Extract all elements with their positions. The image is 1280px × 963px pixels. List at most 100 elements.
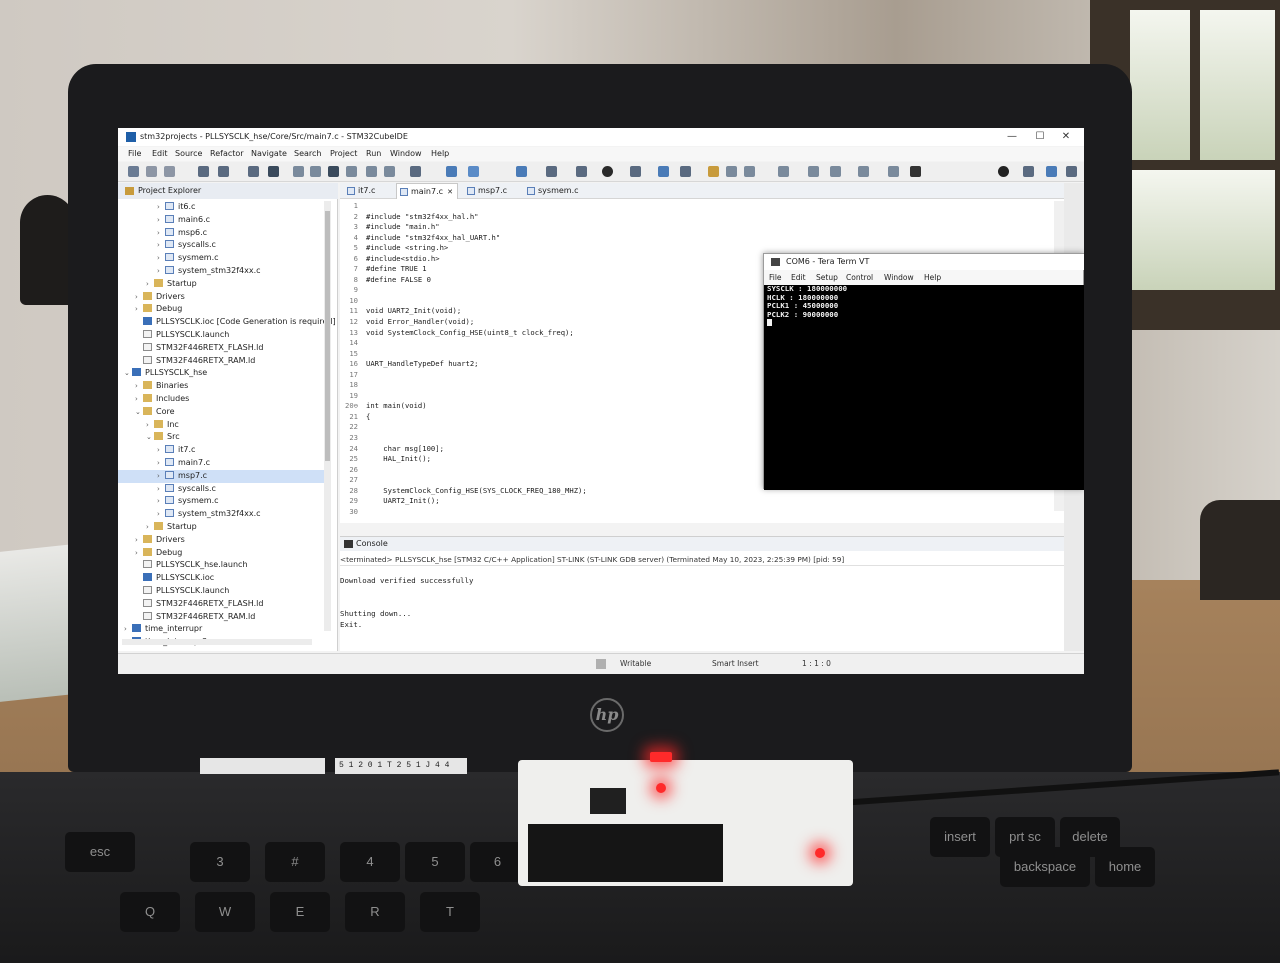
- chevron-right-icon[interactable]: ›: [157, 444, 165, 457]
- chevron-right-icon[interactable]: ›: [135, 393, 143, 406]
- step-into-icon[interactable]: [366, 166, 377, 177]
- chevron-down-icon[interactable]: ⌄: [146, 431, 154, 444]
- tree-item[interactable]: › msp6.c: [118, 227, 324, 240]
- key-r[interactable]: R: [345, 892, 405, 932]
- debug-perspective-icon[interactable]: [1066, 166, 1077, 177]
- run-icon[interactable]: [602, 166, 613, 177]
- build-target-icon[interactable]: [516, 166, 527, 177]
- toggle-icon[interactable]: [726, 166, 737, 177]
- chevron-right-icon[interactable]: ›: [124, 623, 132, 636]
- tree-item[interactable]: › Drivers: [118, 534, 324, 547]
- build-icon[interactable]: [218, 166, 229, 177]
- tree-item[interactable]: STM32F446RETX_RAM.ld: [118, 355, 324, 368]
- perspective-icon[interactable]: [1023, 166, 1034, 177]
- chevron-right-icon[interactable]: ›: [157, 265, 165, 278]
- code-line[interactable]: 3 #include "main.h": [340, 222, 1064, 233]
- explorer-hscrollbar[interactable]: [122, 639, 312, 645]
- chevron-right-icon[interactable]: ›: [157, 239, 165, 252]
- tree-item[interactable]: PLLSYSCLK.launch: [118, 585, 324, 598]
- tree-item[interactable]: PLLSYSCLK_hse.launch: [118, 559, 324, 572]
- tree-item[interactable]: › Binaries: [118, 380, 324, 393]
- tree-item[interactable]: PLLSYSCLK.ioc: [118, 572, 324, 585]
- resume-icon[interactable]: [293, 166, 304, 177]
- tree-item[interactable]: ⌄ Src: [118, 431, 324, 444]
- tree-item[interactable]: › system_stm32f4xx.c: [118, 265, 324, 278]
- key-w[interactable]: W: [195, 892, 255, 932]
- forward-icon[interactable]: [858, 166, 869, 177]
- tt-menu-help[interactable]: Help: [924, 272, 941, 284]
- coverage-icon[interactable]: [630, 166, 641, 177]
- key-e[interactable]: E: [270, 892, 330, 932]
- tree-item[interactable]: › system_stm32f4xx.c: [118, 508, 324, 521]
- code-line[interactable]: 2 #include "stm32f4xx_hal.h": [340, 212, 1064, 223]
- tab-msp7[interactable]: msp7.c: [464, 183, 520, 199]
- settings-icon[interactable]: [198, 166, 209, 177]
- tree-item[interactable]: STM32F446RETX_FLASH.ld: [118, 342, 324, 355]
- refresh-icon[interactable]: [546, 166, 557, 177]
- chevron-right-icon[interactable]: ›: [157, 201, 165, 214]
- tree-item[interactable]: › Debug: [118, 547, 324, 560]
- key-5[interactable]: 5: [405, 842, 465, 882]
- tree-item[interactable]: › Inc: [118, 419, 324, 432]
- info-icon[interactable]: [910, 166, 921, 177]
- tree-item[interactable]: › Includes: [118, 393, 324, 406]
- chevron-right-icon[interactable]: ›: [146, 521, 154, 534]
- tree-item[interactable]: › main6.c: [118, 214, 324, 227]
- save-all-icon[interactable]: [164, 166, 175, 177]
- chevron-right-icon[interactable]: ›: [135, 291, 143, 304]
- code-line[interactable]: 4 #include "stm32f4xx_hal_UART.h": [340, 233, 1064, 244]
- key-esc[interactable]: esc: [65, 832, 135, 872]
- tree-item[interactable]: STM32F446RETX_FLASH.ld: [118, 598, 324, 611]
- tt-menu-setup[interactable]: Setup: [816, 272, 838, 284]
- menu-edit[interactable]: Edit: [152, 147, 168, 161]
- project-explorer-tab[interactable]: Project Explorer: [118, 183, 338, 199]
- tree-item[interactable]: ⌄ Core: [118, 406, 324, 419]
- previous-annotation-icon[interactable]: [808, 166, 819, 177]
- tree-item[interactable]: ⌄ PLLSYSCLK_hse: [118, 367, 324, 380]
- code-line[interactable]: 29 UART2_Init();: [340, 496, 1064, 507]
- menu-run[interactable]: Run: [366, 147, 381, 161]
- tree-item[interactable]: › Debug: [118, 303, 324, 316]
- chevron-right-icon[interactable]: ›: [135, 380, 143, 393]
- tt-menu-edit[interactable]: Edit: [791, 272, 806, 284]
- menu-navigate[interactable]: Navigate: [251, 147, 287, 161]
- show-whitespace-icon[interactable]: [744, 166, 755, 177]
- menu-window[interactable]: Window: [390, 147, 422, 161]
- tab-it7[interactable]: it7.c: [344, 183, 394, 199]
- clean-icon[interactable]: [248, 166, 259, 177]
- tab-main7[interactable]: main7.c ✕: [396, 183, 458, 199]
- chevron-right-icon[interactable]: ›: [135, 303, 143, 316]
- tt-menu-control[interactable]: Control: [846, 272, 873, 284]
- step-over-icon[interactable]: [384, 166, 395, 177]
- tools-icon[interactable]: [680, 166, 691, 177]
- debug-icon[interactable]: [576, 166, 587, 177]
- close-button[interactable]: ✕: [1052, 128, 1080, 146]
- tree-item[interactable]: › time_interrupr: [118, 623, 324, 636]
- annotation-icon[interactable]: [708, 166, 719, 177]
- new-icon[interactable]: [128, 166, 139, 177]
- tt-menu-file[interactable]: File: [769, 272, 782, 284]
- chevron-right-icon[interactable]: ›: [157, 227, 165, 240]
- chevron-right-icon[interactable]: ›: [157, 457, 165, 470]
- save-icon[interactable]: [146, 166, 157, 177]
- back-icon[interactable]: [830, 166, 841, 177]
- menu-search[interactable]: Search: [294, 147, 321, 161]
- tree-item[interactable]: › Drivers: [118, 291, 324, 304]
- tree-item[interactable]: › main7.c: [118, 457, 324, 470]
- pin-editor-icon[interactable]: [888, 166, 899, 177]
- maximize-button[interactable]: ☐: [1026, 128, 1054, 146]
- disconnect-icon[interactable]: [346, 166, 357, 177]
- menu-source[interactable]: Source: [175, 147, 202, 161]
- scrollbar-thumb[interactable]: [325, 211, 330, 461]
- tt-menu-window[interactable]: Window: [884, 272, 914, 284]
- chevron-down-icon[interactable]: ⌄: [135, 406, 143, 419]
- chevron-right-icon[interactable]: ›: [135, 547, 143, 560]
- tree-item[interactable]: › it7.c: [118, 444, 324, 457]
- tree-item[interactable]: › syscalls.c: [118, 483, 324, 496]
- chevron-right-icon[interactable]: ›: [157, 470, 165, 483]
- terminal-output[interactable]: SYSCLK : 180000000 HCLK : 180000000 PCLK…: [764, 284, 1084, 490]
- key-6[interactable]: 6: [470, 842, 525, 882]
- suspend-icon[interactable]: [310, 166, 321, 177]
- new-project-icon[interactable]: [468, 166, 479, 177]
- chevron-right-icon[interactable]: ›: [157, 483, 165, 496]
